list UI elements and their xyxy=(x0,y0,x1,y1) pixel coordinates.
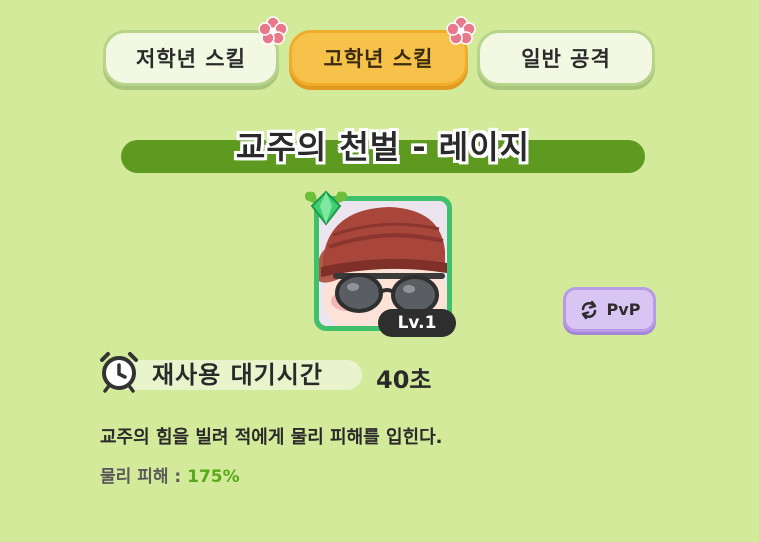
skill-title: 교주의 천벌 - 레이지 xyxy=(235,128,531,166)
cooldown-label: 재사용 대기시간 xyxy=(152,361,323,389)
cooldown-value: 40초 xyxy=(376,366,432,394)
pvp-toggle-button[interactable]: PvP xyxy=(563,287,656,332)
damage-label: 물리 피해 : xyxy=(100,467,188,487)
tab-lower-grade-skill[interactable]: 저학년 스킬 xyxy=(103,30,279,86)
damage-value: 175% xyxy=(187,467,240,487)
alarm-clock-icon xyxy=(100,352,138,393)
damage-line: 물리 피해 : 175% xyxy=(100,462,240,487)
flower-icon xyxy=(446,16,476,45)
swap-arrows-icon xyxy=(581,300,596,319)
tab-upper-grade-skill[interactable]: 고학년 스킬 xyxy=(289,30,468,86)
tab-label: 고학년 스킬 xyxy=(323,47,434,71)
tab-normal-attack[interactable]: 일반 공격 xyxy=(477,30,655,86)
pvp-label: PvP xyxy=(606,300,641,319)
level-badge: Lv.1 xyxy=(378,309,456,337)
flower-icon xyxy=(258,16,288,45)
green-gem-icon xyxy=(305,190,347,226)
tab-label: 저학년 스킬 xyxy=(136,47,246,71)
tab-label: 일반 공격 xyxy=(521,47,611,71)
skill-description: 교주의 힘을 빌려 적에게 물리 피해를 입힌다. xyxy=(100,427,443,448)
